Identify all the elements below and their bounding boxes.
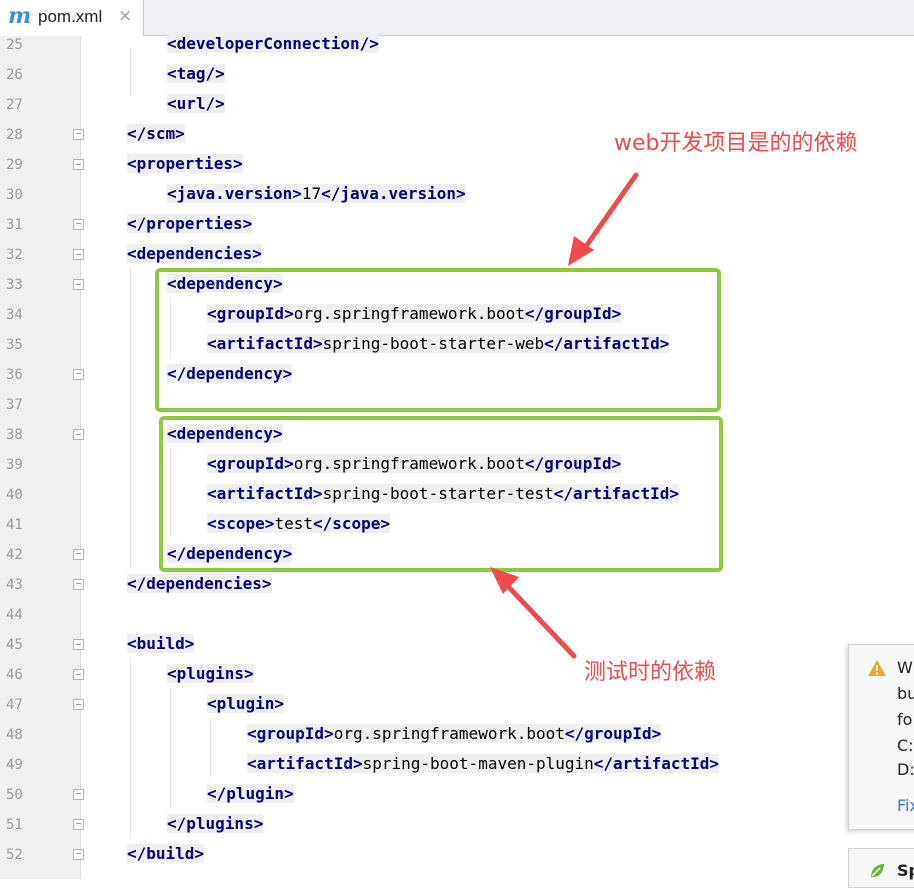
arrow-to-test-dependency (490, 567, 577, 659)
spring-leaf-icon (871, 864, 884, 878)
annotation-arrows (490, 172, 639, 659)
warning-icon (868, 660, 886, 676)
notification-title: Sp (897, 861, 914, 880)
notification-text: D: (897, 760, 914, 779)
arrow-to-web-dependency (568, 172, 639, 266)
notification-text: fo (897, 710, 913, 729)
notification-text: bu (897, 684, 914, 703)
notification-text: C:\ (897, 736, 914, 755)
notification-text: W (897, 658, 913, 677)
maven-warning-notification[interactable]: W bu fo C:\ D: Fix (848, 644, 914, 830)
notification-fix-link[interactable]: Fix (897, 797, 914, 815)
spring-notification[interactable]: Sp (848, 848, 914, 888)
